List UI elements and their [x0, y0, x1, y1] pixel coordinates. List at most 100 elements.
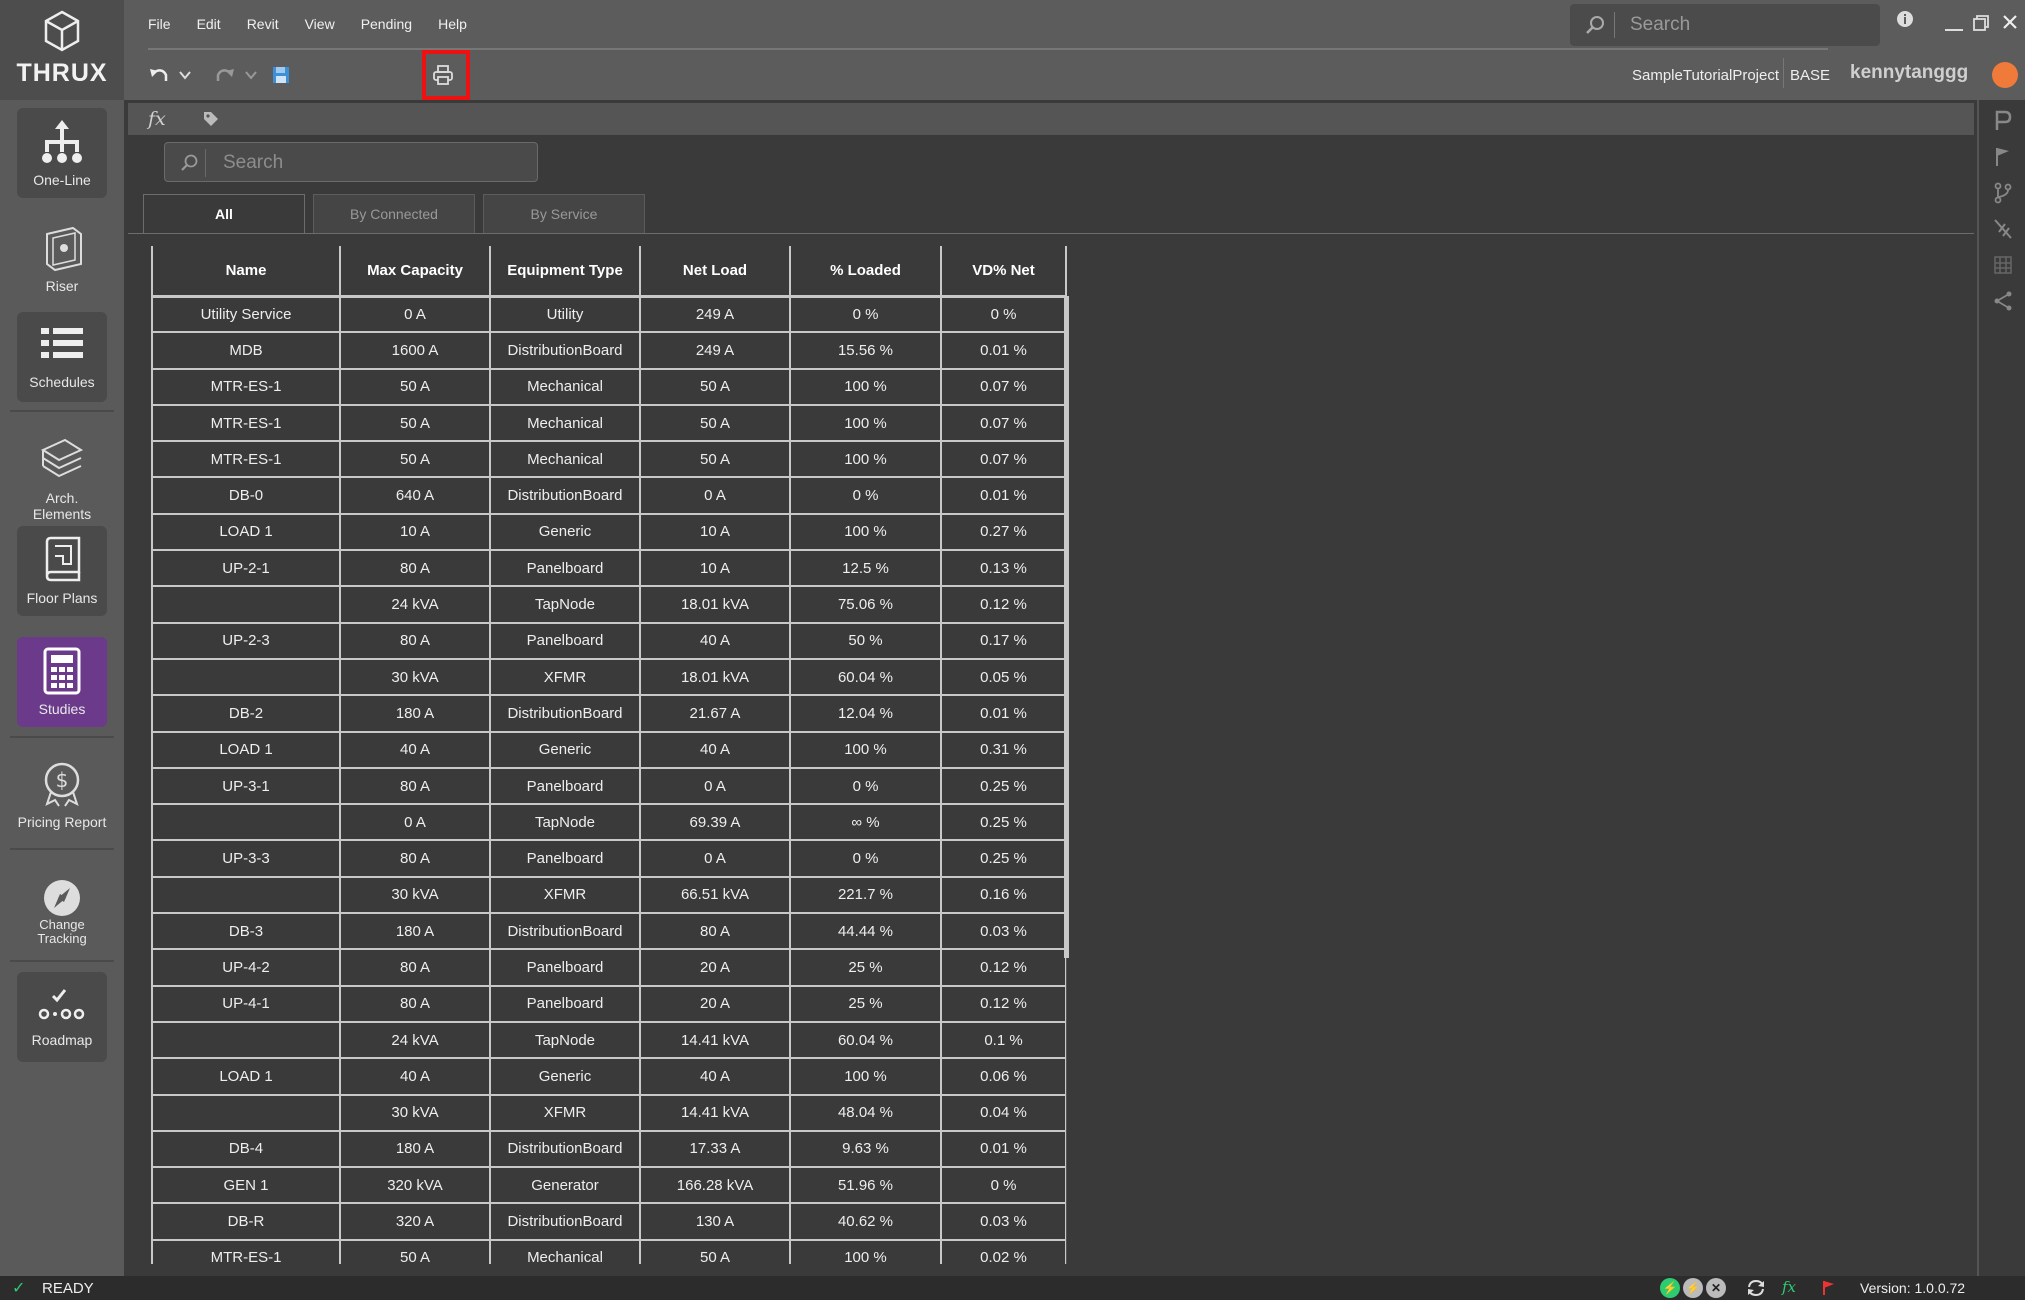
table-row[interactable]: DB-4 180 A DistributionBoard 17.33 A 9.63 % 0… — [151, 1129, 1067, 1169]
disconnect-icon[interactable] — [1993, 218, 2013, 240]
sidebar-item-label: Roadmap — [31, 1032, 93, 1048]
column-header-name[interactable]: Name — [151, 246, 341, 298]
table-row[interactable]: UP-3-3 80 A Panelboard 0 A0 % 0.25 % — [151, 839, 1067, 878]
project-name[interactable]: SampleTutorialProject — [1632, 67, 1779, 84]
table-row[interactable]: MDB 1600 A DistributionBoard 249 A 15.56 % 0.… — [151, 331, 1067, 370]
info-button[interactable] — [1896, 10, 1914, 33]
tab-by-service[interactable]: By Service — [483, 194, 645, 234]
grid-icon[interactable] — [1993, 254, 2013, 276]
redo-dropdown[interactable] — [238, 62, 264, 88]
table-row[interactable]: DB-3 180 A DistributionBoard 80 A 44.44 % 0.0… — [151, 912, 1067, 951]
branch-name[interactable]: BASE — [1790, 67, 1830, 84]
undo-button[interactable] — [146, 62, 172, 88]
p-icon[interactable] — [1993, 110, 2013, 132]
menu-file[interactable]: File — [148, 16, 171, 32]
tag-icon[interactable] — [202, 110, 220, 128]
sidebar-divider — [10, 960, 114, 962]
formula-icon[interactable]: fx — [148, 108, 166, 130]
table-row[interactable]: 24 kVA TapNode 18.01 kVA 75.06 % 0.12 % — [151, 585, 1067, 624]
table-row[interactable]: LOAD 1 10 A Generic 10 A 100 % 0.27 % — [151, 512, 1067, 552]
table-search-input[interactable]: Search — [223, 152, 283, 174]
table-row[interactable]: MTR-ES-1 50 A Mechanical 50 A 100 % 0.07 % — [151, 367, 1067, 406]
sidebar-item-schedules[interactable]: Schedules — [17, 312, 107, 402]
sidebar-item-change-tracking[interactable]: Change Tracking — [17, 868, 107, 958]
cell-name — [151, 875, 341, 915]
disconnect-badge-icon[interactable]: ✕ — [1706, 1278, 1726, 1298]
flag-status-icon[interactable] — [1822, 1280, 1836, 1296]
global-search[interactable]: Search — [1570, 4, 1880, 46]
table-search[interactable]: Search — [164, 142, 538, 182]
share-icon[interactable] — [1993, 290, 2013, 312]
save-button[interactable] — [268, 62, 294, 88]
table-row[interactable]: UP-4-2 80 A Panelboard 20 A 25 % 0.12 % — [151, 948, 1067, 987]
table-row[interactable]: UP-2-3 80 A Panelboard 40 A 50 % 0.17 % — [151, 621, 1067, 660]
tab-by-connected[interactable]: By Connected — [313, 194, 475, 234]
table-scrollbar[interactable] — [1064, 296, 1069, 958]
sidebar-item-floor-plans[interactable]: Floor Plans — [17, 526, 107, 616]
minimize-button[interactable] — [1944, 4, 1964, 39]
user-name[interactable]: kennytanggg — [1850, 62, 1968, 84]
menu-revit[interactable]: Revit — [247, 16, 279, 32]
sidebar-item-arch-elements[interactable]: Arch. Elements — [17, 426, 107, 522]
table-row[interactable]: MTR-ES-1 50 A Mechanical 50 A 100 % 0.07 % — [151, 440, 1067, 479]
table-row[interactable]: Utility Service 0 A Utility 249 A0 % 0 % — [151, 294, 1067, 334]
table-row[interactable]: DB-0 640 A DistributionBoard 0 A0 % 0.01 % — [151, 476, 1067, 515]
menu-edit[interactable]: Edit — [197, 16, 221, 32]
branch-icon[interactable] — [1993, 182, 2013, 204]
cell-max-capacity: 50 A — [339, 403, 491, 443]
sidebar-item-pricing-report[interactable]: $ Pricing Report — [17, 750, 107, 840]
table-row[interactable]: MTR-ES-1 50 A Mechanical 50 A 100 % 0.02 % — [151, 1238, 1067, 1264]
cell-net-load: 50 A — [639, 403, 791, 443]
sync-ok-icon[interactable]: ⚡ — [1660, 1278, 1680, 1298]
avatar[interactable] — [1992, 62, 2018, 88]
cell-equipment-type: DistributionBoard — [489, 1129, 641, 1169]
table-row[interactable]: UP-3-1 80 A Panelboard 0 A0 % 0.25 % — [151, 766, 1067, 806]
table-row[interactable]: UP-4-1 80 A Panelboard 20 A 25 % 0.12 % — [151, 984, 1067, 1023]
column-header-percent-loaded[interactable]: % Loaded — [789, 246, 942, 298]
close-button[interactable] — [2002, 14, 2018, 35]
menu-view[interactable]: View — [305, 16, 335, 32]
refresh-icon[interactable] — [1746, 1279, 1766, 1297]
sidebar-item-roadmap[interactable]: Roadmap — [17, 972, 107, 1062]
sidebar-item-riser[interactable]: Riser — [17, 214, 107, 304]
column-header-vd-net[interactable]: VD% Net — [940, 246, 1067, 298]
table-row[interactable]: UP-2-1 80 A Panelboard 10 A 12.5 % 0.13 % — [151, 549, 1067, 588]
table-row[interactable]: GEN 1 320 kVA Generator 166.28 kVA 51.96 % 0 … — [151, 1166, 1067, 1205]
table-row[interactable]: 30 kVA XFMR 18.01 kVA 60.04 % 0.05 % — [151, 657, 1067, 697]
redo-button[interactable] — [212, 62, 238, 88]
flag-icon[interactable] — [1993, 146, 2013, 168]
cell-max-capacity: 180 A — [339, 912, 491, 951]
sidebar-item-studies[interactable]: Studies — [17, 637, 107, 727]
cell-name — [151, 585, 341, 624]
cell-name — [151, 803, 341, 842]
power-icon[interactable]: ⚡ — [1683, 1278, 1703, 1298]
cell-equipment-type: Panelboard — [489, 948, 641, 987]
undo-dropdown[interactable] — [172, 62, 198, 88]
global-search-input[interactable]: Search — [1630, 14, 1690, 36]
table-row[interactable]: LOAD 1 40 A Generic 40 A 100 % 0.31 % — [151, 730, 1067, 769]
sidebar-item-label: Schedules — [29, 374, 95, 390]
column-header-max-capacity[interactable]: Max Capacity — [339, 246, 491, 298]
sidebar-item-one-line[interactable]: One-Line — [17, 108, 107, 198]
cell-equipment-type: Mechanical — [489, 1238, 641, 1264]
cell-percent-loaded: 9.63 % — [789, 1129, 942, 1169]
table-row[interactable]: LOAD 1 40 A Generic 40 A 100 % 0.06 % — [151, 1057, 1067, 1096]
formula-status-icon[interactable]: fx — [1782, 1278, 1796, 1296]
table-row[interactable]: MTR-ES-1 50 A Mechanical 50 A 100 % 0.07 % — [151, 403, 1067, 443]
table-row[interactable]: 30 kVA XFMR 66.51 kVA 221.7 % 0.16 % — [151, 875, 1067, 915]
tab-all[interactable]: All — [143, 194, 305, 234]
table-row[interactable]: 24 kVA TapNode 14.41 kVA 60.04 % 0.1 % — [151, 1020, 1067, 1060]
info-icon — [1897, 11, 1913, 27]
restore-button[interactable] — [1972, 14, 1990, 37]
table-row[interactable]: 30 kVA XFMR 14.41 kVA 48.04 % 0.04 % — [151, 1093, 1067, 1132]
cell-vd-net: 0.13 % — [940, 549, 1067, 588]
column-header-equipment-type[interactable]: Equipment Type — [489, 246, 641, 298]
table-row[interactable]: 0 A TapNode 69.39 A ∞ % 0.25 % — [151, 803, 1067, 842]
cell-net-load: 0 A — [639, 839, 791, 878]
menu-help[interactable]: Help — [438, 16, 467, 32]
column-header-net-load[interactable]: Net Load — [639, 246, 791, 298]
table-row[interactable]: DB-R 320 A DistributionBoard 130 A 40.62 % 0.… — [151, 1202, 1067, 1241]
menu-pending[interactable]: Pending — [361, 16, 412, 32]
table-row[interactable]: DB-2 180 A DistributionBoard 21.67 A 12.04 %… — [151, 694, 1067, 733]
cell-net-load: 40 A — [639, 621, 791, 660]
